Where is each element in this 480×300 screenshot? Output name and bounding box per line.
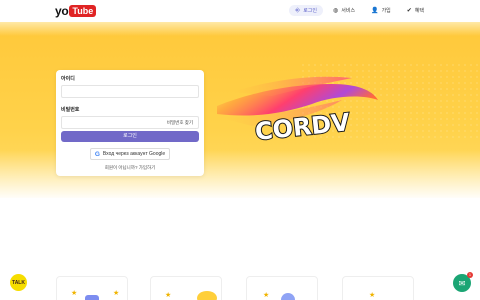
star-icon: ★ [263, 292, 270, 299]
hero-top-glow [0, 22, 480, 36]
signup-link[interactable]: 회원이 아닙니까? 가입하기 [61, 165, 199, 171]
chat-badge: 1 [467, 272, 473, 278]
google-login-button[interactable]: G Вход через аккаунт Google [90, 148, 170, 160]
nav-benefits-label: 혜택 [414, 8, 424, 14]
feature-card-4[interactable]: ★ [342, 276, 414, 300]
password-input[interactable]: 비밀번호 찾기 [61, 116, 199, 129]
login-icon: ⎆ [295, 7, 301, 14]
top-header: yo Tube ⎆ 로그인 ◍ 서비스 👤 가입 ✔ 혜택 [0, 0, 480, 22]
forgot-password-link[interactable]: 비밀번호 찾기 [167, 120, 193, 126]
nav-service[interactable]: ◍ 서비스 [327, 5, 361, 16]
nav-service-label: 서비스 [341, 8, 356, 14]
main-nav: ⎆ 로그인 ◍ 서비스 👤 가입 ✔ 혜택 [289, 5, 430, 16]
feature-card-2[interactable]: ★ [150, 276, 222, 300]
user-add-icon: 👤 [371, 7, 379, 14]
chat-button[interactable]: ✉ 1 [453, 272, 473, 292]
password-label: 비밀번호 [61, 107, 80, 113]
box-icon [85, 295, 99, 300]
google-login-label: Вход через аккаунт Google [102, 151, 166, 157]
feature-card-1[interactable]: ★ ★ [56, 276, 128, 300]
star-icon: ★ [71, 290, 78, 297]
feature-card-3[interactable]: ★ [246, 276, 318, 300]
kakao-talk-button[interactable]: TALK [10, 274, 27, 291]
id-label: 아이디 [61, 76, 75, 82]
ball-icon [281, 293, 295, 300]
google-icon: G [94, 150, 100, 158]
star-icon: ★ [165, 292, 172, 299]
login-card: 아이디 비밀번호 비밀번호 찾기 로그인 G Вход через аккаун… [56, 70, 204, 176]
nav-login-label: 로그인 [303, 8, 318, 14]
nav-signup-label: 가입 [381, 8, 391, 14]
star-icon: ★ [113, 290, 120, 297]
nav-benefits[interactable]: ✔ 혜택 [401, 5, 430, 16]
star-icon: ★ [369, 292, 376, 299]
logo-badge: Tube [69, 5, 97, 17]
nav-login[interactable]: ⎆ 로그인 [289, 5, 324, 16]
cordv-artwork: CORDV [217, 76, 378, 147]
page: yo Tube ⎆ 로그인 ◍ 서비스 👤 가입 ✔ 혜택 CORDV 아이디 … [0, 0, 480, 300]
check-badge-icon: ✔ [406, 7, 412, 14]
globe-icon: ◍ [333, 7, 339, 14]
nav-signup[interactable]: 👤 가입 [365, 5, 397, 16]
logo-text: yo [55, 4, 69, 18]
id-input[interactable] [61, 85, 199, 98]
login-button[interactable]: 로그인 [61, 131, 199, 142]
site-logo[interactable]: yo Tube [55, 4, 97, 18]
chat-icon: ✉ [458, 278, 466, 288]
coin-icon [197, 291, 217, 300]
